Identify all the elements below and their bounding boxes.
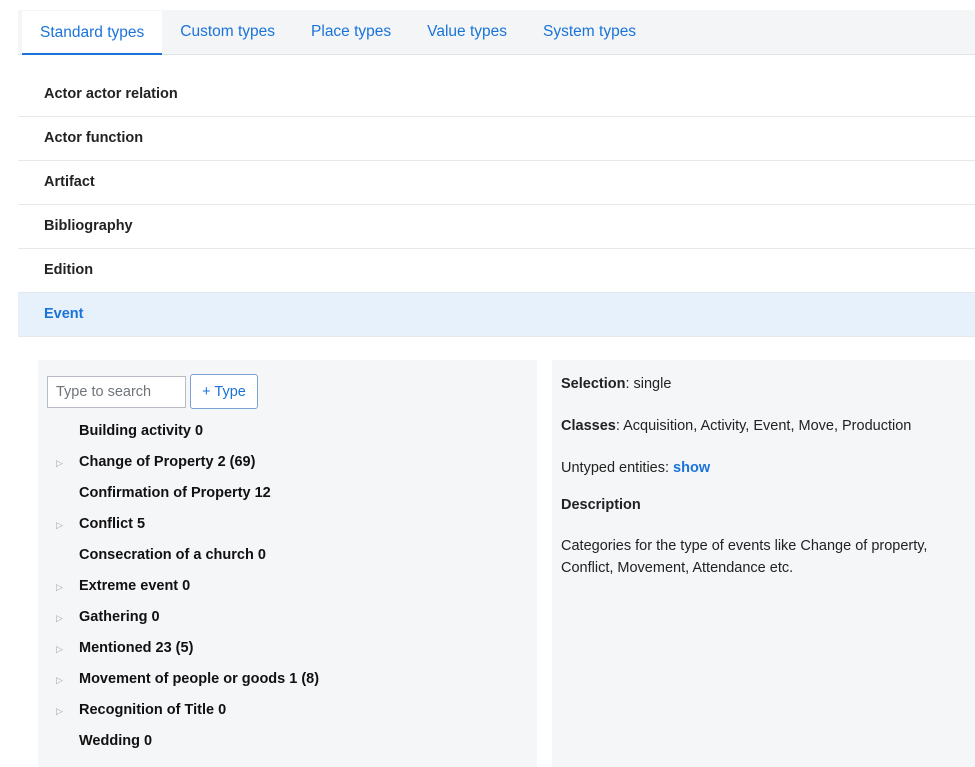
tree-node[interactable]: ▷ Gathering 0 — [38, 602, 537, 633]
selection-info: Selection: single — [561, 376, 671, 392]
tree-node-label[interactable]: Conflict 5 — [79, 509, 145, 540]
tree-node-label[interactable]: Change of Property 2 (69) — [79, 447, 255, 478]
tree-node-label[interactable]: Mentioned 23 (5) — [79, 633, 193, 664]
accordion-item-actor-actor-relation[interactable]: Actor actor relation — [18, 73, 975, 117]
untyped-entities-info: Untyped entities: show — [561, 460, 710, 476]
tree-node[interactable]: ▷ Change of Property 2 (69) — [38, 447, 537, 478]
tree-node[interactable]: ▷ Mentioned 23 (5) — [38, 633, 537, 664]
expand-arrow-icon[interactable]: ▷ — [56, 510, 63, 541]
selection-label: Selection — [561, 376, 626, 392]
tree-search-input[interactable] — [47, 376, 186, 408]
tab-custom-types[interactable]: Custom types — [162, 10, 293, 54]
expand-arrow-icon[interactable]: ▷ — [56, 665, 63, 696]
tree-node-label[interactable]: Confirmation of Property 12 — [79, 478, 271, 509]
expand-arrow-icon[interactable]: ▷ — [56, 448, 63, 479]
type-tree: Building activity 0 ▷ Change of Property … — [38, 416, 537, 757]
description-heading-text: Description — [561, 497, 641, 513]
tree-node-label[interactable]: Consecration of a church 0 — [79, 540, 266, 571]
accordion-item-bibliography[interactable]: Bibliography — [18, 205, 975, 249]
tree-node[interactable]: Building activity 0 — [38, 416, 537, 447]
classes-value: : Acquisition, Activity, Event, Move, Pr… — [615, 418, 912, 434]
type-accordion: Actor actor relation Actor function Arti… — [18, 73, 975, 337]
tree-node-label[interactable]: Recognition of Title 0 — [79, 695, 226, 726]
tree-node[interactable]: ▷ Movement of people or goods 1 (8) — [38, 664, 537, 695]
type-tree-panel: + Type Building activity 0 ▷ Change of Pr… — [38, 360, 537, 767]
accordion-item-event[interactable]: Event — [18, 293, 975, 337]
accordion-item-actor-function[interactable]: Actor function — [18, 117, 975, 161]
untyped-entities-label: Untyped entities: — [561, 460, 674, 476]
classes-label: Classes — [561, 418, 616, 434]
tree-node-label[interactable]: Extreme event 0 — [79, 571, 190, 602]
show-untyped-link[interactable]: show — [673, 460, 710, 476]
accordion-item-edition[interactable]: Edition — [18, 249, 975, 293]
tab-system-types[interactable]: System types — [525, 10, 654, 54]
tree-node[interactable]: ▷ Extreme event 0 — [38, 571, 537, 602]
expand-arrow-icon[interactable]: ▷ — [56, 572, 63, 603]
add-type-button[interactable]: + Type — [190, 374, 258, 409]
tab-value-types[interactable]: Value types — [409, 10, 525, 54]
description-heading: Description — [561, 497, 641, 513]
type-tabs: Standard types Custom types Place types … — [18, 10, 975, 55]
tree-node[interactable]: ▷ Recognition of Title 0 — [38, 695, 537, 726]
classes-info: Classes: Acquisition, Activity, Event, M… — [561, 418, 911, 434]
expand-arrow-icon[interactable]: ▷ — [56, 634, 63, 665]
tab-place-types[interactable]: Place types — [293, 10, 409, 54]
type-info-panel: Selection: single Classes: Acquisition, … — [552, 360, 975, 767]
expand-arrow-icon[interactable]: ▷ — [56, 696, 63, 727]
description-text: Categories for the type of events like C… — [561, 538, 928, 576]
tree-node[interactable]: Confirmation of Property 12 — [38, 478, 537, 509]
tree-node-label[interactable]: Movement of people or goods 1 (8) — [79, 664, 319, 695]
page: Standard types Custom types Place types … — [18, 10, 975, 767]
tree-node-label[interactable]: Wedding 0 — [79, 726, 152, 757]
expand-arrow-icon[interactable]: ▷ — [56, 603, 63, 634]
selection-value: : single — [625, 376, 672, 392]
tree-node-label[interactable]: Building activity 0 — [79, 416, 203, 447]
accordion-item-artifact[interactable]: Artifact — [18, 161, 975, 205]
tree-node[interactable]: Wedding 0 — [38, 726, 537, 757]
tab-standard-types[interactable]: Standard types — [22, 11, 163, 55]
tree-node-label[interactable]: Gathering 0 — [79, 602, 160, 633]
tree-node[interactable]: Consecration of a church 0 — [38, 540, 537, 571]
tree-node[interactable]: ▷ Conflict 5 — [38, 509, 537, 540]
